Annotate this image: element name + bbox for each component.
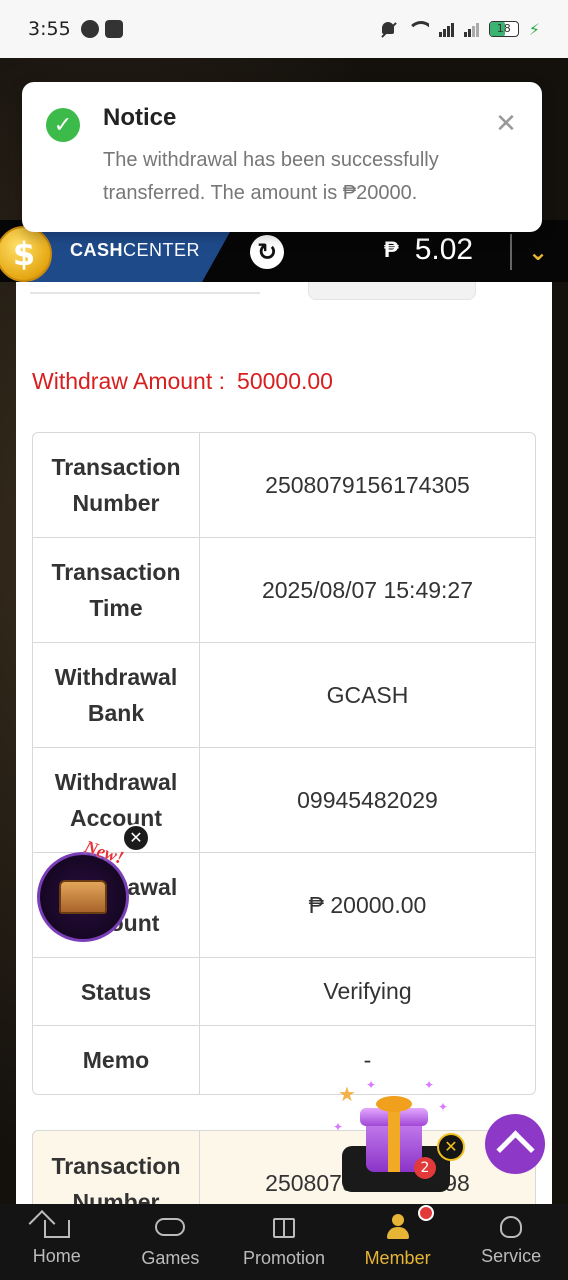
row-label: Transaction Number — [33, 433, 200, 538]
row-value: 09945482029 — [200, 748, 535, 853]
row-value: ₱ 20000.00 — [200, 853, 535, 958]
messenger-icon — [80, 20, 99, 38]
withdraw-amount-label: Withdraw Amount : — [32, 368, 226, 394]
table-row: Withdrawal Bank GCASH — [33, 643, 535, 748]
gift-icon — [272, 1218, 295, 1238]
nav-games[interactable]: Games — [114, 1204, 228, 1280]
row-label: Withdrawal Bank — [33, 643, 200, 748]
success-check-icon: ✓ — [46, 108, 80, 142]
nav-member[interactable]: Member — [341, 1204, 455, 1280]
signal-4g-icon-2 — [463, 21, 479, 37]
signal-4g-icon — [438, 21, 454, 37]
nav-service[interactable]: Service — [454, 1204, 568, 1280]
gamepad-icon — [155, 1218, 186, 1236]
sparkle-icon: ✦ — [366, 1078, 377, 1092]
nav-home[interactable]: Home — [0, 1204, 114, 1280]
status-bar: 3:55 18 ⚡ — [0, 0, 568, 58]
chevron-down-icon[interactable]: ⌄ — [528, 238, 548, 266]
refresh-icon[interactable]: ↻ — [250, 235, 284, 269]
status-time: 3:55 — [28, 18, 71, 40]
row-value: 2025/08/07 15:49:27 — [200, 538, 535, 643]
charging-icon: ⚡ — [528, 19, 540, 39]
back-to-top-button[interactable] — [485, 1114, 545, 1174]
table-row: Transaction Time 2025/08/07 15:49:27 — [33, 538, 535, 643]
row-label: Transaction Number — [33, 1131, 200, 1204]
table-row: Withdrawal Account 09945482029 — [33, 748, 535, 853]
row-label: Status — [33, 958, 200, 1026]
star-icon: ★ — [338, 1082, 356, 1106]
transaction-table: Transaction Number 2508079156174305 Tran… — [32, 432, 536, 1095]
withdraw-detail-card: Withdraw Amount : 50000.00 Transaction N… — [16, 282, 552, 1204]
notice-title: Notice — [103, 104, 177, 131]
row-value: 2508079156174305 — [200, 433, 535, 538]
tab-button[interactable] — [308, 282, 476, 300]
balance-amount: 5.02 — [414, 233, 474, 266]
notice-toast: ✓ Notice The withdrawal has been success… — [22, 82, 542, 232]
home-icon — [43, 1220, 70, 1238]
gift-count-badge: 2 — [414, 1157, 436, 1179]
notification-dot — [418, 1205, 434, 1221]
wifi-icon — [406, 21, 429, 37]
divider — [510, 234, 512, 270]
table-row: Transaction Number 2508079156174305 — [33, 433, 535, 538]
table-row: Memo - — [33, 1026, 535, 1094]
close-icon[interactable]: ✕ — [492, 110, 520, 138]
sparkle-icon: ✦ — [333, 1120, 344, 1134]
sparkle-icon: ✦ — [438, 1100, 449, 1114]
tab-underline — [30, 292, 260, 294]
notice-message: The withdrawal has been successfully tra… — [103, 149, 439, 204]
row-value: Verifying — [200, 958, 535, 1026]
mute-bell-icon — [379, 20, 397, 38]
row-value: GCASH — [200, 643, 535, 748]
headset-icon — [500, 1216, 523, 1238]
row-label: Memo — [33, 1026, 200, 1094]
close-icon[interactable]: ✕ — [437, 1133, 465, 1161]
row-label: Withdrawal Account — [33, 748, 200, 853]
battery-icon: 18 — [488, 21, 519, 37]
treasure-chest-icon — [59, 880, 107, 914]
person-icon — [385, 1214, 411, 1240]
withdraw-amount-row: Withdraw Amount : 50000.00 — [32, 368, 333, 395]
currency-symbol: ₱ — [384, 237, 399, 262]
withdraw-amount-value: 50000.00 — [237, 368, 333, 394]
balance-display: ₱ 5.02 — [384, 230, 473, 270]
table-row: Status Verifying — [33, 958, 535, 1026]
youtube-icon — [104, 20, 123, 38]
sparkle-icon: ✦ — [424, 1078, 435, 1092]
row-label: Transaction Time — [33, 538, 200, 643]
nav-promotion[interactable]: Promotion — [227, 1204, 341, 1280]
cash-center-title: CASHCENTER — [70, 240, 201, 260]
bottom-nav: Home Games Promotion Member Service — [0, 1204, 568, 1280]
close-icon[interactable]: ✕ — [122, 824, 150, 852]
